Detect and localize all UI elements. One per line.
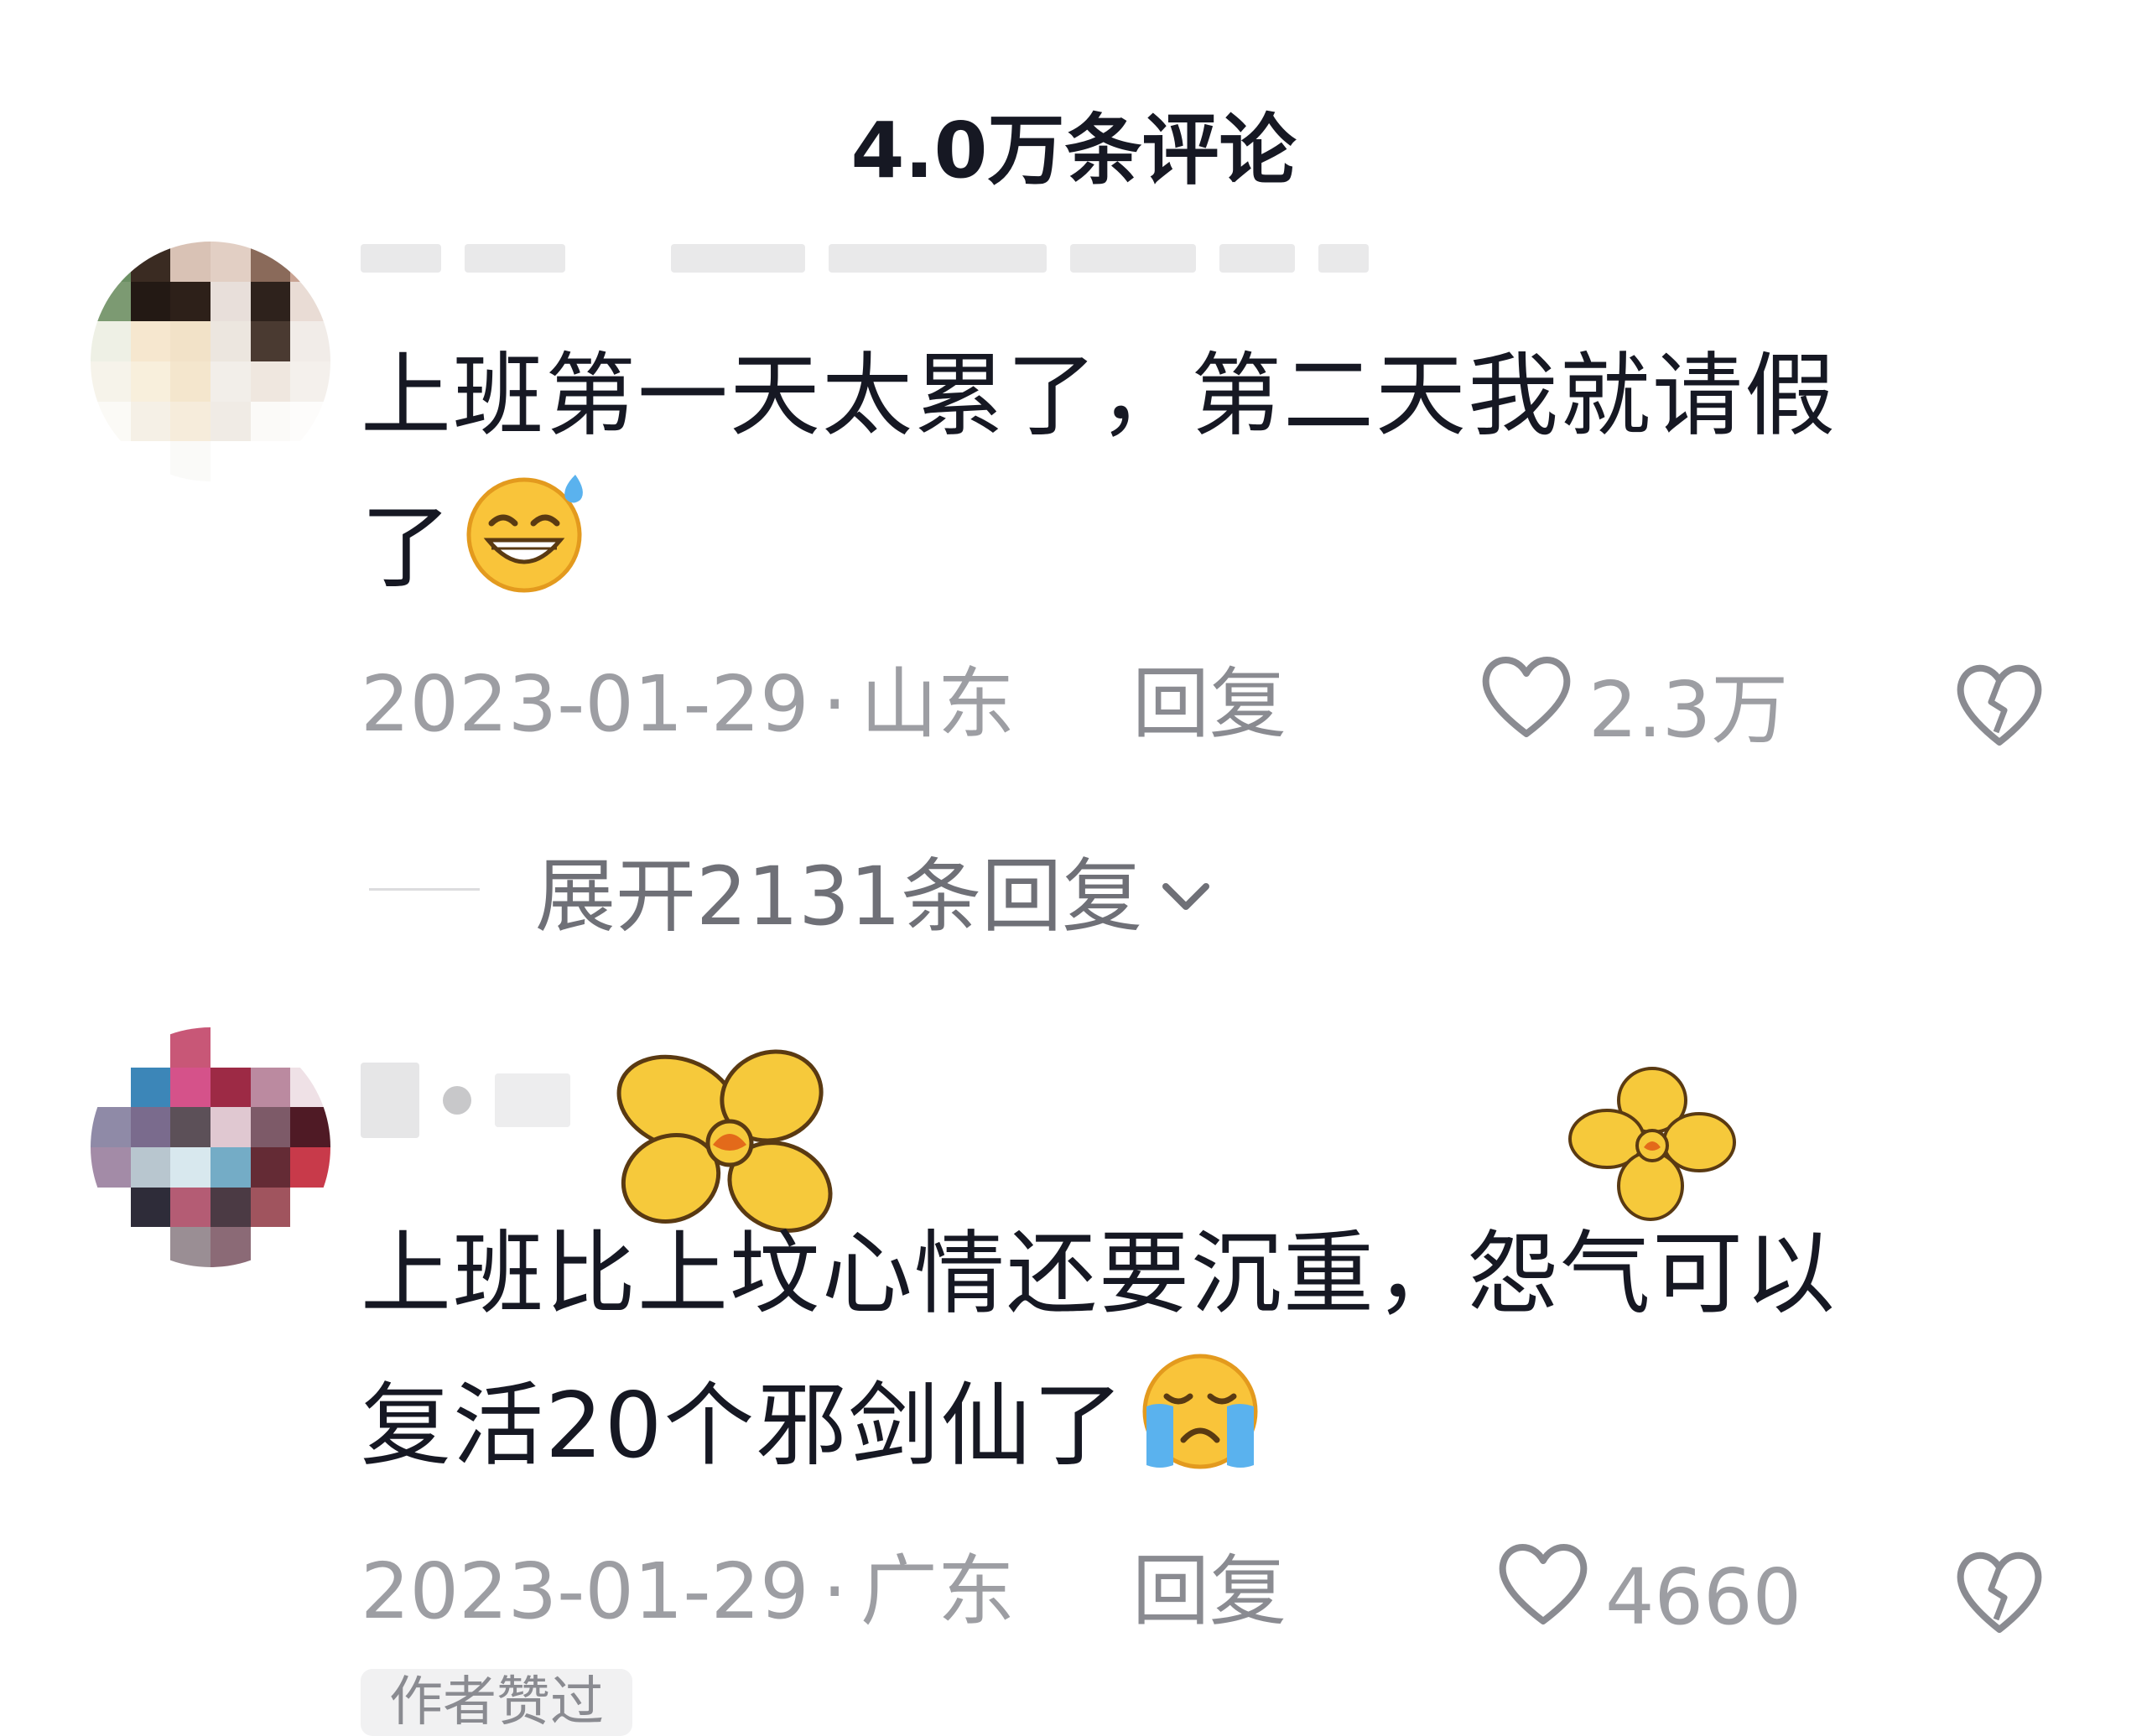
broken-heart-icon[interactable] — [1952, 664, 2046, 769]
dislike-button[interactable] — [1952, 658, 2046, 779]
expand-replies-label: 展开2131条回复 — [535, 849, 1143, 943]
comment-meta: 2023-01-29 · 山东 回复 2.3万 — [361, 650, 2046, 759]
comment-location: 山东 — [860, 659, 1015, 749]
reply-button[interactable]: 回复 — [1132, 1537, 1287, 1646]
like-button[interactable]: 2.3万 — [1476, 650, 1788, 771]
like-button[interactable]: 4660 — [1493, 1537, 1801, 1658]
comment-text-line: 上班比上坟心情还要沉重，怨气可以 — [361, 1222, 1838, 1327]
loudly-crying-emoji-icon — [1133, 1346, 1267, 1513]
author-liked-badge: 作者赞过 — [361, 1669, 632, 1736]
sweat-smile-emoji-icon — [461, 468, 595, 635]
comment-meta: 2023-01-29 · 广东 回复 4660 — [361, 1537, 2046, 1646]
comment-text: 上班比上坟心情还要沉重，怨气可以 复活20个邪剑仙了 — [361, 1203, 2021, 1513]
heart-outline-icon[interactable] — [1493, 1537, 1593, 1658]
avatar[interactable] — [91, 242, 330, 481]
date-location: 2023-01-29 · 广东 — [361, 1537, 1015, 1646]
separator-dot: · — [822, 1546, 847, 1636]
comment-date: 2023-01-29 — [361, 1546, 809, 1636]
comment-text-line: 了 — [361, 468, 2021, 635]
comment-text-line: 复活20个邪剑仙了 — [361, 1346, 2021, 1513]
comment-location: 广东 — [860, 1546, 1015, 1636]
expand-replies-button[interactable]: 展开2131条回复 — [369, 839, 1213, 943]
comment-text: 上班第一天太累了，第二天我就请假 了 — [361, 325, 2021, 635]
like-count: 4660 — [1605, 1552, 1802, 1642]
heart-outline-icon[interactable] — [1476, 650, 1577, 771]
reply-button[interactable]: 回复 — [1132, 650, 1287, 759]
comment-date: 2023-01-29 — [361, 659, 809, 749]
username-redacted[interactable] — [361, 240, 1369, 277]
chevron-down-icon — [1142, 842, 1213, 936]
comment-text-line: 上班第一天太累了，第二天我就请假 — [361, 344, 1838, 449]
like-count: 2.3万 — [1588, 665, 1789, 755]
dislike-button[interactable] — [1952, 1546, 2046, 1666]
broken-heart-icon[interactable] — [1952, 1551, 2046, 1656]
comments-count-title: 4.0万条评论 — [850, 106, 1297, 195]
username-redacted[interactable] — [361, 1063, 570, 1138]
avatar[interactable] — [91, 1027, 330, 1267]
separator-dot: · — [822, 659, 847, 749]
divider-line — [369, 887, 480, 891]
date-location: 2023-01-29 · 山东 — [361, 650, 1015, 759]
